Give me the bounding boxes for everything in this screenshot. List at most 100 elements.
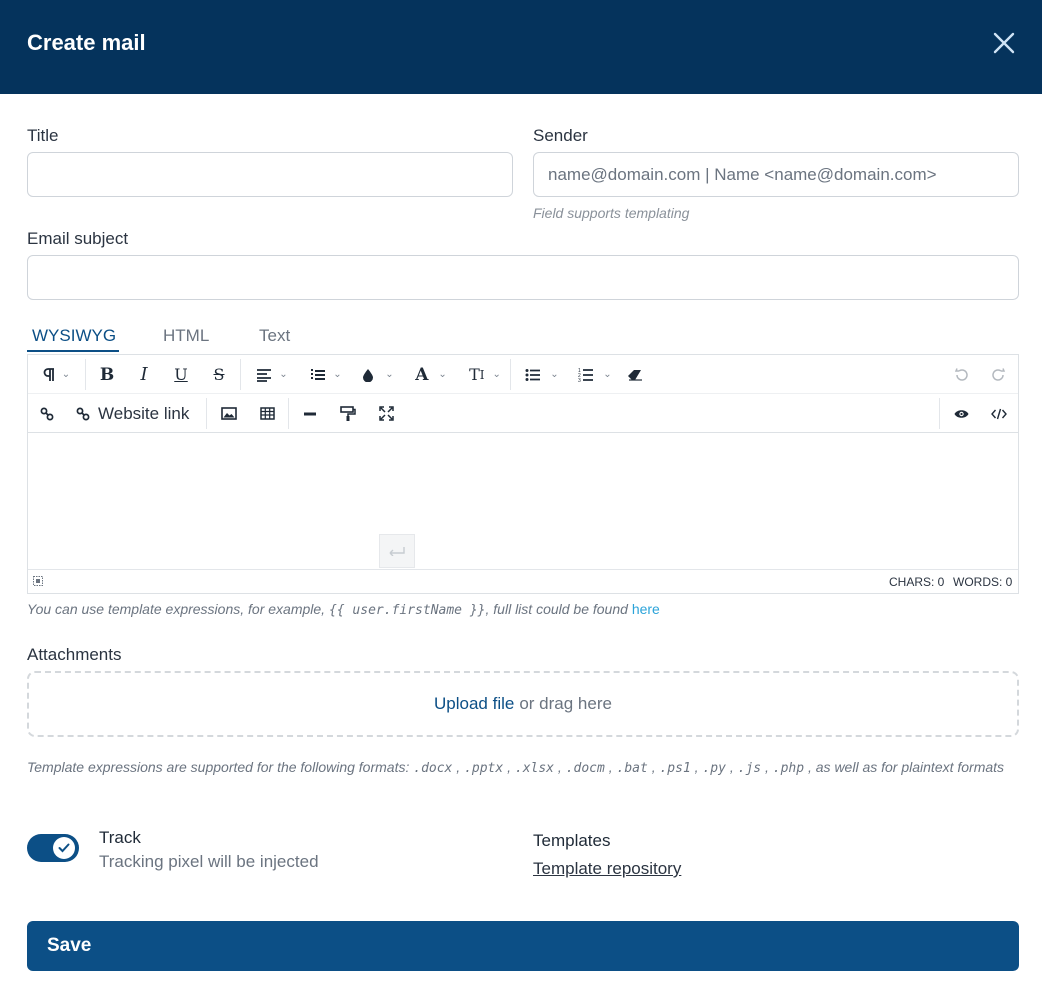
- format-item: .js: [737, 761, 762, 776]
- clear-format-button[interactable]: [622, 355, 648, 394]
- editor-status-bar: CHARS: 0 WORDS: 0: [28, 569, 1018, 593]
- numbered-list-icon: 123: [578, 368, 594, 383]
- toggle-knob: [53, 837, 75, 859]
- horizontal-rule-button[interactable]: [297, 394, 323, 433]
- droplet-icon: [363, 368, 374, 382]
- numbered-list-button[interactable]: 123 ⌄: [573, 355, 617, 394]
- preview-button[interactable]: [948, 394, 974, 433]
- bullet-list-button[interactable]: ⌄: [520, 355, 564, 394]
- image-icon: [221, 407, 237, 420]
- sender-label: Sender: [533, 126, 588, 145]
- website-link-label: Website link: [98, 403, 190, 423]
- paragraph-button[interactable]: ⌄: [36, 355, 76, 394]
- format-item: .bat: [616, 761, 648, 776]
- source-code-button[interactable]: [986, 394, 1012, 433]
- help-suffix: , full list could be found: [485, 601, 632, 617]
- svg-text:3: 3: [578, 378, 581, 383]
- subject-label: Email subject: [27, 229, 129, 248]
- toolbar-row-2: Website link: [28, 394, 1018, 433]
- tab-html[interactable]: HTML: [163, 326, 209, 346]
- active-tab-indicator: [27, 350, 119, 352]
- table-icon: [259, 407, 275, 420]
- format-item: .php: [772, 761, 805, 776]
- chevron-down-icon: ⌄: [550, 369, 559, 380]
- link-icon: [76, 407, 90, 420]
- templates-title: Templates: [533, 831, 611, 850]
- tab-text[interactable]: Text: [259, 326, 290, 346]
- eye-icon: [954, 409, 968, 418]
- align-button[interactable]: ⌄: [250, 355, 294, 394]
- sender-input[interactable]: [533, 152, 1019, 197]
- modal-header: Create mail: [0, 0, 1042, 94]
- toolbar-row-1: ⌄ B I U S ⌄ ⌄ ⌄ A ⌄ TI ⌄ ⌄ 1 2 3 ⌄: [28, 355, 1018, 394]
- chevron-down-icon: ⌄: [492, 369, 501, 380]
- link-button[interactable]: [34, 394, 60, 433]
- help-prefix: You can use template expressions, for ex…: [27, 601, 329, 617]
- track-description: Tracking pixel will be injected: [99, 852, 319, 871]
- words-counter: WORDS: 0: [953, 575, 1013, 589]
- line-height-button[interactable]: ⌄: [304, 355, 348, 394]
- template-repository-link[interactable]: Template repository: [533, 859, 681, 879]
- enter-icon: [389, 547, 405, 556]
- tab-wysiwyg[interactable]: WYSIWYG: [32, 326, 116, 346]
- bullet-list-icon: [525, 368, 541, 381]
- chars-counter: CHARS: 0: [889, 575, 945, 589]
- attachment-dropzone[interactable]: Upload file or drag here: [27, 671, 1019, 737]
- undo-button[interactable]: [948, 355, 974, 394]
- horizontal-line-icon: [304, 412, 316, 415]
- font-button[interactable]: A ⌄: [409, 355, 453, 394]
- bold-button[interactable]: B: [94, 355, 120, 394]
- font-size-button[interactable]: TI ⌄: [462, 355, 508, 394]
- formats-list: .docx , .pptx , .xlsx , .docm , .bat , .…: [413, 759, 805, 776]
- link-icon: [40, 407, 54, 420]
- format-item: .xlsx: [514, 761, 555, 776]
- eraser-icon: [628, 369, 642, 381]
- format-painter-button[interactable]: [335, 394, 361, 433]
- upload-file-link[interactable]: Upload file: [434, 694, 514, 714]
- chevron-down-icon: ⌄: [333, 369, 342, 380]
- check-icon: [58, 843, 70, 853]
- dropzone-text: or drag here: [519, 694, 612, 713]
- format-item: .py: [702, 761, 726, 776]
- website-link-button[interactable]: Website link: [76, 394, 196, 433]
- paragraph-icon: [43, 367, 54, 381]
- font-size-icon: T: [469, 365, 480, 384]
- formats-prefix: Template expressions are supported for t…: [27, 759, 414, 775]
- format-item: .pptx: [464, 761, 504, 776]
- format-item: .docx: [413, 761, 453, 776]
- fullscreen-button[interactable]: [373, 394, 399, 433]
- template-help-text: You can use template expressions, for ex…: [27, 601, 660, 618]
- chevron-down-icon: ⌄: [61, 369, 71, 380]
- chevron-down-icon: ⌄: [279, 369, 288, 380]
- redo-icon: [992, 367, 1006, 381]
- help-link[interactable]: here: [632, 601, 660, 617]
- color-button[interactable]: ⌄: [358, 355, 398, 394]
- modal-title: Create mail: [27, 30, 146, 55]
- track-toggle[interactable]: [27, 834, 79, 862]
- enter-key-hint: [379, 534, 415, 568]
- chevron-down-icon: ⌄: [385, 369, 394, 380]
- chevron-down-icon: ⌄: [438, 369, 447, 380]
- formats-hint: Template expressions are supported for t…: [27, 757, 1022, 779]
- title-label: Title: [27, 126, 59, 145]
- insert-table-button[interactable]: [254, 394, 280, 433]
- title-input[interactable]: [27, 152, 513, 197]
- redo-button[interactable]: [986, 355, 1012, 394]
- insert-image-button[interactable]: [216, 394, 242, 433]
- font-icon: A: [415, 364, 429, 385]
- close-button[interactable]: [990, 29, 1018, 57]
- underline-button[interactable]: U: [168, 355, 194, 394]
- line-height-icon: [311, 368, 326, 380]
- help-example: {{ user.firstName }}: [328, 603, 486, 618]
- formats-suffix: , as well as for plaintext formats: [807, 759, 1005, 775]
- editor-content-area[interactable]: [28, 434, 1018, 569]
- chevron-down-icon: ⌄: [603, 369, 612, 380]
- strikethrough-button[interactable]: S: [206, 355, 232, 394]
- save-button[interactable]: Save: [27, 921, 1019, 971]
- italic-button[interactable]: I: [131, 355, 157, 394]
- attachments-label: Attachments: [27, 645, 122, 664]
- align-left-icon: [257, 368, 272, 382]
- subject-input[interactable]: [27, 255, 1019, 300]
- track-title: Track: [99, 828, 141, 847]
- sender-hint: Field supports templating: [533, 205, 690, 221]
